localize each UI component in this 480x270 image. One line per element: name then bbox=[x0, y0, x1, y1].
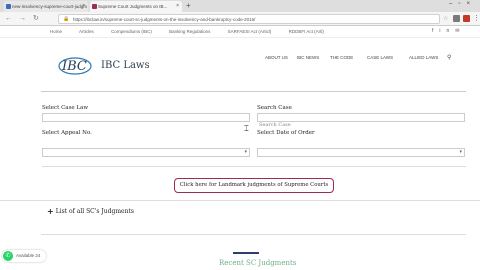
sc-list-label: List of all SC's Judgments bbox=[55, 208, 134, 215]
favicon-icon bbox=[6, 4, 11, 9]
extension-icon[interactable] bbox=[453, 15, 460, 22]
tab-title: Supreme Court Judgments on IB... bbox=[98, 4, 168, 9]
close-tab-icon[interactable]: × bbox=[82, 1, 85, 12]
tab-title: new-insolvency-supreme-court-judgm bbox=[12, 4, 88, 9]
landmark-judgments-button[interactable]: Click here for Landmark judgments of Sup… bbox=[174, 178, 334, 193]
site-title[interactable]: IBC Laws bbox=[101, 60, 150, 71]
close-tab-icon[interactable]: × bbox=[176, 1, 179, 12]
extension-icon[interactable] bbox=[463, 15, 470, 22]
bookmark-star-icon[interactable]: ☆ bbox=[443, 15, 448, 22]
divider bbox=[41, 234, 466, 235]
reload-icon[interactable]: ↻ bbox=[33, 14, 39, 24]
plus-icon: + bbox=[47, 207, 54, 216]
browser-tab-active[interactable]: Supreme Court Judgments on IB... × bbox=[90, 1, 182, 12]
top-link[interactable]: Home bbox=[50, 29, 62, 34]
appeal-select[interactable]: ▾ bbox=[42, 148, 250, 157]
chevron-down-icon: ▾ bbox=[459, 149, 462, 155]
divider bbox=[0, 200, 480, 201]
order-date-select[interactable]: ▾ bbox=[257, 148, 465, 157]
new-tab-icon[interactable]: + bbox=[186, 1, 191, 11]
whatsapp-chat-button[interactable]: ✆ Available 24 bbox=[2, 250, 46, 262]
search-case-placeholder: Search Case bbox=[259, 122, 291, 128]
browser-toolbar: ← → ↻ 🔒 https://ibclaw.in/supreme-court-… bbox=[0, 12, 480, 26]
chevron-down-icon: ▾ bbox=[244, 149, 247, 155]
nav-item-news[interactable]: IBC NEWS bbox=[297, 55, 319, 60]
heading-underline bbox=[233, 252, 259, 254]
svg-text:IBC: IBC bbox=[61, 59, 87, 74]
search-icon[interactable]: ⚲ bbox=[447, 54, 451, 61]
appeal-label: Select Appeal No. bbox=[42, 130, 92, 136]
site-topbar: Home Articles Compendiums (IBC) Banking … bbox=[0, 26, 480, 38]
address-bar[interactable]: 🔒 https://ibclaw.in/supreme-court-sc-jud… bbox=[58, 14, 440, 24]
top-link[interactable]: Articles bbox=[79, 29, 94, 34]
lock-icon: 🔒 bbox=[63, 16, 70, 22]
favicon-icon bbox=[92, 4, 97, 9]
email-icon[interactable]: ✉ bbox=[455, 28, 465, 34]
nav-item-allied-laws[interactable]: ALLIED LAWS bbox=[409, 55, 438, 60]
menu-icon[interactable]: ⋮ bbox=[473, 14, 480, 22]
top-link[interactable]: Banking Regulations bbox=[169, 29, 210, 34]
social-links: fin✉ bbox=[432, 28, 466, 34]
cursor-icon: ⌶ bbox=[244, 124, 249, 133]
site-header: IBC IBC Laws ABOUT US IBC NEWS THE CODE … bbox=[0, 38, 480, 90]
url-text: https://ibclaw.in/supreme-court-sc-judgm… bbox=[73, 17, 256, 22]
browser-tab-bar: new-insolvency-supreme-court-judgm × Sup… bbox=[0, 0, 480, 12]
back-icon[interactable]: ← bbox=[5, 14, 12, 24]
ibc-logo-icon[interactable]: IBC bbox=[58, 54, 92, 76]
forward-icon[interactable]: → bbox=[19, 14, 26, 24]
nav-item-case-laws[interactable]: CASE LAWS bbox=[367, 55, 393, 60]
nav-item-code[interactable]: THE CODE bbox=[330, 55, 353, 60]
whatsapp-icon: ✆ bbox=[3, 251, 13, 261]
top-links: Home Articles Compendiums (IBC) Banking … bbox=[50, 29, 340, 34]
search-case-label: Search Case bbox=[257, 105, 292, 111]
browser-tab[interactable]: new-insolvency-supreme-court-judgm × bbox=[4, 1, 88, 12]
search-case-input[interactable]: Search Case bbox=[257, 113, 465, 128]
case-law-label: Select Case Law bbox=[42, 105, 89, 111]
top-link[interactable]: SARFAESI Act (Articl) bbox=[228, 29, 272, 34]
case-search-form: Select Case Law Search Case Search Case … bbox=[41, 91, 466, 167]
case-law-select[interactable] bbox=[42, 113, 250, 122]
top-link[interactable]: RDDBFI Act (Artl) bbox=[289, 29, 324, 34]
order-date-label: Select Date of Order bbox=[257, 130, 315, 136]
recent-judgments-heading: Recent SC Judgments bbox=[219, 259, 297, 267]
nav-item-about[interactable]: ABOUT US bbox=[265, 55, 288, 60]
divider bbox=[42, 166, 466, 167]
window-controls[interactable]: –▫× bbox=[449, 1, 476, 7]
linkedin-icon[interactable]: in bbox=[439, 28, 455, 34]
sc-judgments-toggle[interactable]: + List of all SC's Judgments bbox=[47, 207, 134, 216]
whatsapp-label: Available 24 bbox=[16, 253, 41, 258]
top-link[interactable]: Compendiums (IBC) bbox=[111, 29, 152, 34]
